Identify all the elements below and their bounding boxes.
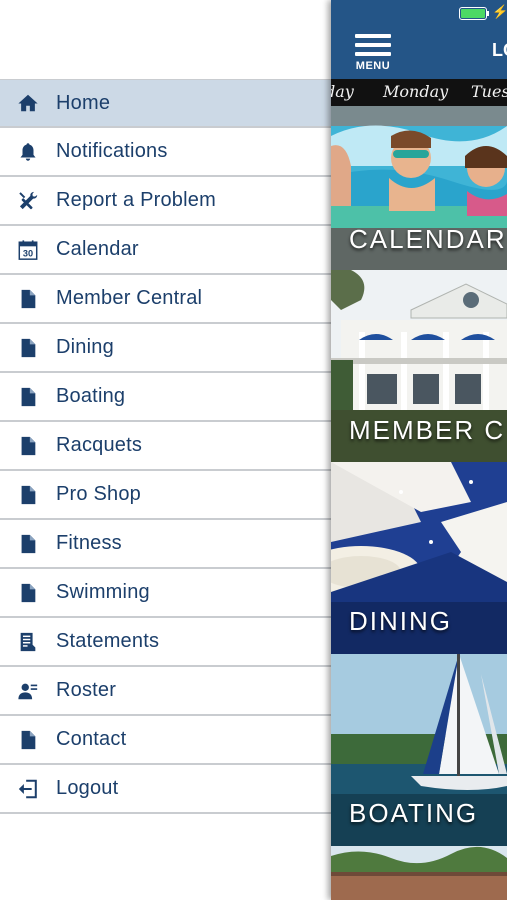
menu-item-label: Swimming [56,581,150,603]
statement-icon [0,618,56,665]
calendar-icon: 30 [0,226,56,273]
charging-bolt-icon: ⚡ [492,4,507,19]
tile-label: MEMBER C [349,415,506,445]
menu-item-racquets[interactable]: Racquets [0,422,331,471]
menu-item-label: Roster [56,679,117,701]
header-title: LO [492,40,507,60]
day-label: day [331,82,354,101]
menu-item-boating[interactable]: Boating [0,373,331,422]
menu-item-fitness[interactable]: Fitness [0,520,331,569]
side-menu: Home Notifications Report a Problem 30 C… [0,0,331,900]
menu-item-label: Fitness [56,532,122,554]
logout-icon [0,765,56,812]
document-icon [0,520,56,567]
document-icon [0,324,56,371]
tile-calendar[interactable]: CALENDAR [331,106,507,270]
menu-item-statements[interactable]: Statements [0,618,331,667]
document-icon [0,373,56,420]
svg-text:30: 30 [23,248,33,258]
menu-item-label: Notifications [56,140,168,162]
main-content: ⚡ MENU LO day Monday Tuesd [331,0,507,900]
menu-item-home[interactable]: Home [0,79,331,128]
tile-label: DINING [349,606,452,636]
day-label: Tuesd [471,82,507,101]
app-header: ⚡ MENU LO [331,0,507,79]
day-strip[interactable]: day Monday Tuesd [331,79,507,106]
menu-item-label: Dining [56,336,114,358]
menu-item-notifications[interactable]: Notifications [0,128,331,177]
tile-member-central[interactable]: MEMBER C [331,270,507,462]
menu-item-logout[interactable]: Logout [0,765,331,814]
building-photo [331,846,507,900]
menu-item-member-central[interactable]: Member Central [0,275,331,324]
menu-item-calendar[interactable]: 30 Calendar [0,226,331,275]
tools-icon [0,177,56,224]
document-icon [0,471,56,518]
roster-icon [0,667,56,714]
menu-item-roster[interactable]: Roster [0,667,331,716]
menu-item-swimming[interactable]: Swimming [0,569,331,618]
menu-item-label: Member Central [56,287,203,309]
tile-boating[interactable]: BOATING [331,654,507,846]
menu-item-pro-shop[interactable]: Pro Shop [0,471,331,520]
document-icon [0,275,56,322]
menu-item-report-a-problem[interactable]: Report a Problem [0,177,331,226]
home-icon [0,80,56,126]
tile-label: BOATING [349,798,479,828]
menu-item-label: Pro Shop [56,483,141,505]
menu-item-dining[interactable]: Dining [0,324,331,373]
document-icon [0,716,56,763]
side-menu-list: Home Notifications Report a Problem 30 C… [0,79,331,814]
hamburger-icon [355,34,391,38]
menu-item-label: Report a Problem [56,189,216,211]
tile-dining[interactable]: DINING [331,462,507,654]
menu-button[interactable]: MENU [353,32,393,74]
menu-item-label: Boating [56,385,126,407]
menu-item-label: Logout [56,777,119,799]
menu-item-label: Statements [56,630,160,652]
tile-next[interactable] [331,846,507,900]
menu-item-contact[interactable]: Contact [0,716,331,765]
battery-charging-icon [459,7,487,20]
document-icon [0,422,56,469]
menu-item-label: Racquets [56,434,143,456]
tile-label: CALENDAR [349,224,507,254]
bell-icon [0,128,56,175]
menu-item-label: Home [56,91,111,114]
menu-item-label: Calendar [56,238,139,260]
menu-button-label: MENU [355,60,391,72]
document-icon [0,569,56,616]
day-label: Monday [383,82,449,101]
menu-item-label: Contact [56,728,127,750]
